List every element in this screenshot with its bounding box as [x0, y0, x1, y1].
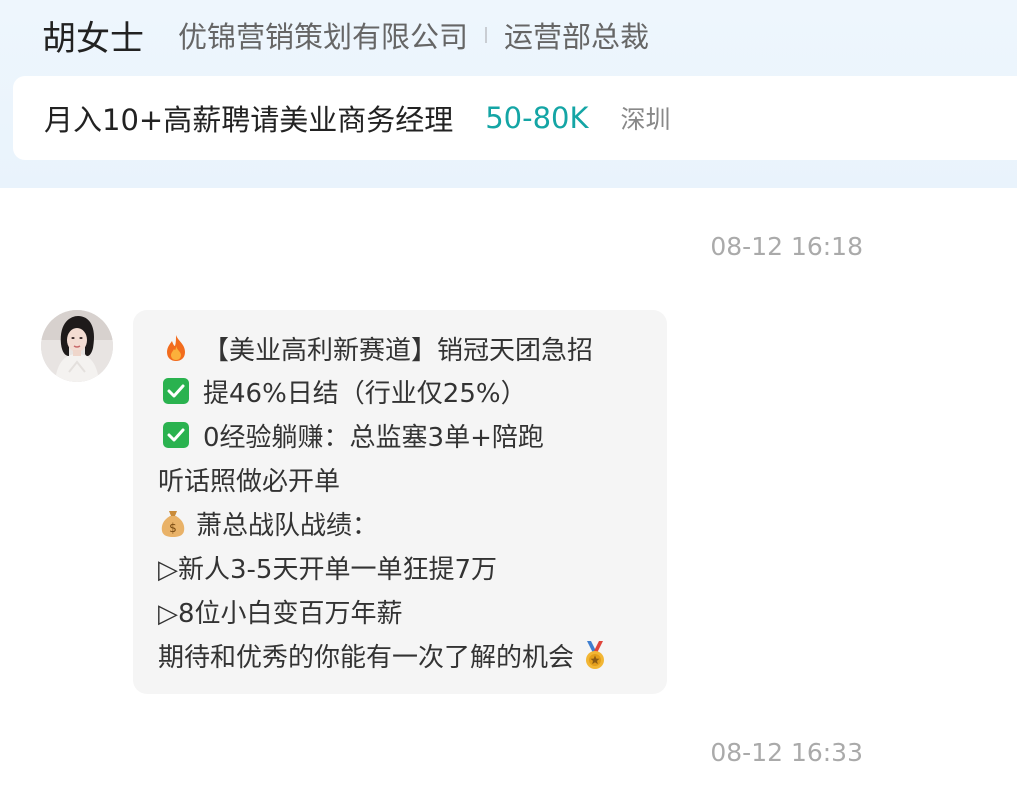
check-box-icon	[161, 376, 191, 406]
message-timestamp: 08-12 16:18	[710, 232, 863, 261]
medal-icon	[580, 640, 610, 670]
money-bag-icon: $	[158, 508, 188, 538]
job-city: 深圳	[620, 105, 671, 134]
message-line: 0经验躺赚：总监塞3单+陪跑	[161, 415, 544, 455]
message-line: 提46%日结（行业仅25%）	[161, 371, 527, 411]
message-line: 【美业高利新赛道】销冠天团急招	[161, 328, 593, 368]
job-title: 月入10+高薪聘请美业商务经理	[44, 103, 454, 137]
message-timestamp: 08-12 16:33	[710, 738, 863, 767]
message-line: 听话照做必开单	[158, 459, 340, 499]
contact-name: 胡女士	[42, 18, 144, 59]
avatar[interactable]	[41, 310, 113, 382]
contact-position: 运营部总裁	[504, 20, 650, 54]
message-text: 听话照做必开单	[158, 466, 341, 497]
chat-header: 胡女士 优锦营销策划有限公司 运营部总裁 月入10+高薪聘请美业商务经理 50-…	[0, 0, 1017, 188]
check-box-icon	[161, 420, 191, 450]
message-text: 【美业高利新赛道】销冠天团急招	[203, 335, 594, 366]
message-line: ▷新人3-5天开单一单狂提7万	[158, 547, 497, 587]
divider	[485, 27, 488, 43]
message-text: 提46%日结（行业仅25%）	[203, 378, 527, 409]
message-text: ▷新人3-5天开单一单狂提7万	[158, 554, 498, 585]
fire-icon	[161, 333, 191, 363]
contact-info: 胡女士 优锦营销策划有限公司 运营部总裁	[42, 12, 650, 59]
company-name: 优锦营销策划有限公司	[178, 20, 469, 54]
message-text: ▷8位小白变百万年薪	[158, 598, 403, 629]
message-line: $ 萧总战队战绩：	[158, 503, 378, 543]
message-line: 期待和优秀的你能有一次了解的机会	[158, 635, 610, 675]
message-text: 萧总战队战绩：	[196, 510, 379, 541]
message-line: ▷8位小白变百万年薪	[158, 591, 403, 631]
message-bubble[interactable]: 【美业高利新赛道】销冠天团急招 提46%日结（行业仅25%） 0经验躺赚：总监塞…	[133, 310, 667, 694]
message-text: 0经验躺赚：总监塞3单+陪跑	[203, 422, 544, 453]
job-salary: 50-80K	[485, 101, 589, 135]
job-card[interactable]: 月入10+高薪聘请美业商务经理 50-80K 深圳	[13, 76, 1017, 160]
message-text: 期待和优秀的你能有一次了解的机会	[158, 642, 575, 673]
svg-text:$: $	[169, 521, 177, 535]
